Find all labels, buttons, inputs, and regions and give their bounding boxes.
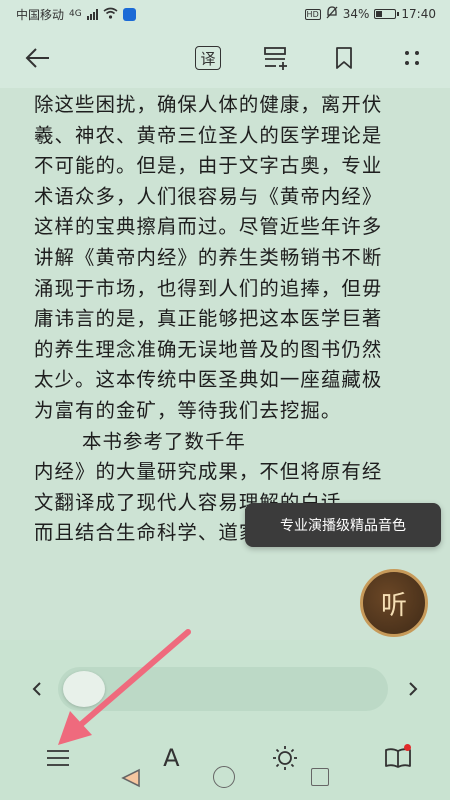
text-line: 本书参考了数千年 xyxy=(82,429,246,453)
hd-icon: HD xyxy=(304,8,321,20)
text-line: 不可能的。但是，由于文字古奥，专业 xyxy=(34,154,383,178)
system-recents-button[interactable] xyxy=(311,768,329,786)
next-chapter-button[interactable] xyxy=(394,669,432,709)
add-list-icon xyxy=(264,47,287,70)
battery-percent: 34% xyxy=(342,7,370,21)
status-bar-right: HD 34% 17:40 xyxy=(304,6,436,22)
text-line: 为富有的金矿，等待我们去挖掘。 xyxy=(34,398,342,422)
previous-chapter-button[interactable] xyxy=(18,669,56,709)
triangle-back-icon xyxy=(121,768,140,788)
bookmark-icon xyxy=(336,47,352,69)
more-button[interactable] xyxy=(392,38,432,78)
more-dots-icon xyxy=(405,51,419,65)
system-back-button[interactable] xyxy=(120,768,142,792)
reader-content[interactable]: 除这些困扰，确保人体的健康，离开伏 羲、神农、黄帝三位圣人的医学理论是 不可能的。但… xyxy=(0,88,450,640)
text-line: 讲解《黄帝内经》的养生类畅销书不断 xyxy=(34,245,383,269)
wifi-icon xyxy=(103,7,118,22)
text-line: 术语众多，人们很容易与《黄帝内经》 xyxy=(34,184,383,208)
battery-icon xyxy=(374,9,400,19)
network-type: 4G xyxy=(69,9,82,19)
system-home-button[interactable] xyxy=(213,766,235,788)
arrow-left-icon xyxy=(25,48,49,68)
translate-icon: 译 xyxy=(195,46,221,70)
back-button[interactable] xyxy=(18,38,58,78)
voice-tooltip: 专业演播级精品音色 xyxy=(245,503,441,547)
chapter-progress-row xyxy=(0,664,450,714)
app-notification-icon xyxy=(122,7,136,21)
status-bar: 中国移动 4G HD 34% 17:40 xyxy=(0,0,450,28)
clock: 17:40 xyxy=(401,7,436,21)
chevron-left-icon xyxy=(32,682,41,696)
system-navigation-bar xyxy=(0,760,450,800)
bookmark-button[interactable] xyxy=(324,38,364,78)
status-bar-left: 中国移动 4G xyxy=(16,6,136,23)
progress-slider-handle[interactable] xyxy=(63,671,105,707)
text-line: 太少。这本传统中医圣典如一座蕴藏极 xyxy=(34,368,383,392)
text-line: 涌现于市场，也得到人们的追捧，但毋 xyxy=(34,276,383,300)
new-badge-dot xyxy=(403,743,411,751)
text-line: 的养生理念准确无误地普及的图书仍然 xyxy=(34,337,383,361)
listen-label: 听 xyxy=(380,590,407,621)
progress-slider[interactable] xyxy=(58,667,388,711)
mute-icon xyxy=(326,6,338,22)
carrier-name: 中国移动 xyxy=(16,7,65,22)
text-line: 除这些困扰，确保人体的健康，离开伏 xyxy=(34,93,383,116)
translate-button[interactable]: 译 xyxy=(188,38,228,78)
text-line: 这样的宝典擦肩而过。尽管近些年许多 xyxy=(34,215,383,239)
reader-toolbar: 译 xyxy=(0,28,450,88)
text-line: 庸讳言的是，真正能够把这本医学巨著 xyxy=(34,307,383,331)
text-line: 羲、神农、黄帝三位圣人的医学理论是 xyxy=(34,123,383,147)
text-line: 内经》的大量研究成果，不但将原有经 xyxy=(34,460,383,484)
chevron-right-icon xyxy=(409,682,418,696)
signal-icon xyxy=(86,8,98,20)
add-note-list-button[interactable] xyxy=(256,38,296,78)
listen-button[interactable]: 听 xyxy=(360,569,428,637)
